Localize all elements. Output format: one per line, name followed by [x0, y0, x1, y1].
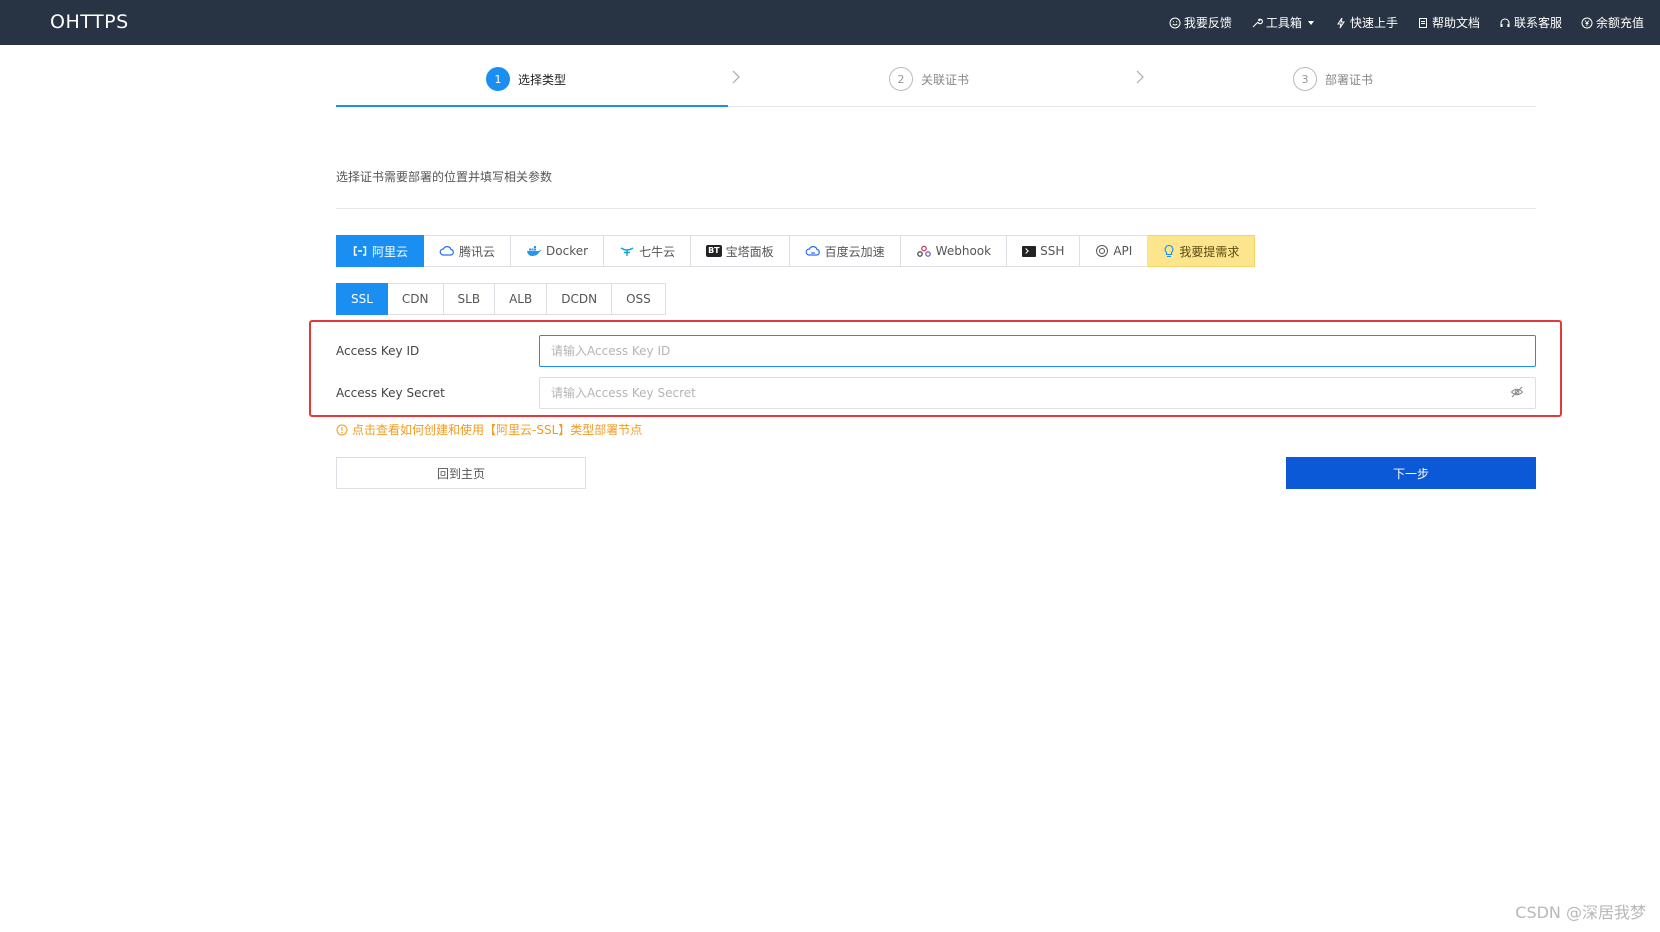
provider-tabs: 阿里云 腾讯云 Docker 七牛云 BT 宝塔面板 百度云加速 Webhook…: [336, 235, 1256, 267]
service-tabs: SSL CDN SLB ALB DCDN OSS: [336, 283, 666, 315]
webhook-icon: [916, 245, 931, 257]
tab-docker[interactable]: Docker: [511, 235, 605, 267]
help-link[interactable]: 点击查看如何创建和使用【阿里云-SSL】类型部署节点: [336, 421, 642, 438]
tab-cdn[interactable]: CDN: [387, 283, 444, 315]
tab-dcdn[interactable]: DCDN: [547, 283, 613, 315]
document-icon: [1418, 17, 1427, 28]
chevron-right-icon: [1136, 70, 1144, 84]
nav-feedback[interactable]: 我要反馈: [1169, 14, 1232, 31]
bt-panel-icon: BT: [706, 245, 722, 257]
wizard-steps: 1 选择类型 2 关联证书 3 部署证书: [336, 45, 1536, 107]
aliyun-icon: [353, 246, 367, 256]
step-link-cert: 2 关联证书: [889, 67, 969, 91]
access-key-id-label: Access Key ID: [336, 344, 420, 358]
caret-down-icon: [1307, 20, 1314, 25]
step-label: 部署证书: [1325, 72, 1374, 87]
tab-ssl[interactable]: SSL: [336, 283, 388, 315]
step-select-type: 1 选择类型: [486, 67, 566, 91]
nav-support[interactable]: 联系客服: [1499, 14, 1562, 31]
step-deploy-cert: 3 部署证书: [1293, 67, 1373, 91]
tencent-cloud-icon: [439, 246, 454, 256]
api-icon: [1096, 245, 1109, 257]
watermark: CSDN @深居我梦: [1515, 903, 1646, 922]
brand-logo[interactable]: OHTTPS: [50, 11, 129, 33]
nav-recharge[interactable]: 余额充值: [1581, 14, 1644, 31]
nav-quickstart[interactable]: 快速上手: [1335, 14, 1398, 31]
step-label: 选择类型: [518, 72, 567, 87]
active-step-indicator: [336, 105, 728, 107]
nav-toolbox[interactable]: 工具箱: [1251, 14, 1316, 31]
tab-api[interactable]: API: [1080, 235, 1149, 267]
lightbulb-icon: [1164, 244, 1174, 258]
tab-slb[interactable]: SLB: [443, 283, 496, 315]
qiniu-icon: [620, 247, 634, 256]
wrench-icon: [1252, 17, 1263, 27]
bolt-icon: [1337, 17, 1345, 28]
step-number: 3: [1293, 67, 1317, 91]
access-key-secret-input[interactable]: [539, 377, 1536, 409]
top-nav: 我要反馈 工具箱 快速上手 帮助文档 联系客服 余额充值: [1150, 0, 1644, 45]
tab-ssh[interactable]: SSH: [1007, 235, 1081, 267]
tab-aliyun[interactable]: 阿里云: [336, 235, 425, 267]
next-step-button[interactable]: 下一步: [1286, 457, 1536, 489]
access-key-id-input[interactable]: [539, 335, 1536, 367]
step-number: 1: [486, 67, 510, 91]
info-icon: [336, 424, 348, 435]
tab-qiniu[interactable]: 七牛云: [604, 235, 692, 267]
tab-bt-panel[interactable]: BT 宝塔面板: [691, 235, 790, 267]
baidu-cloud-icon: [805, 246, 820, 256]
page-description: 选择证书需要部署的位置并填写相关参数: [336, 170, 553, 184]
docker-icon: [527, 246, 542, 256]
tab-baidu-cloud[interactable]: 百度云加速: [789, 235, 901, 267]
tab-alb[interactable]: ALB: [495, 283, 548, 315]
divider: [336, 208, 1536, 209]
tab-oss[interactable]: OSS: [612, 283, 666, 315]
eye-off-icon[interactable]: [1510, 385, 1524, 399]
tab-webhook[interactable]: Webhook: [900, 235, 1008, 267]
top-navbar: OHTTPS 我要反馈 工具箱 快速上手 帮助文档 联系客服 余额充值: [0, 0, 1660, 45]
headset-icon: [1500, 18, 1510, 27]
tab-submit-request[interactable]: 我要提需求: [1148, 235, 1256, 267]
yen-icon: [1581, 17, 1593, 28]
step-label: 关联证书: [921, 72, 970, 87]
access-key-secret-label: Access Key Secret: [336, 386, 445, 400]
smile-icon: [1169, 17, 1181, 28]
nav-docs[interactable]: 帮助文档: [1417, 14, 1480, 31]
step-number: 2: [889, 67, 913, 91]
back-home-button[interactable]: 回到主页: [336, 457, 586, 489]
chevron-right-icon: [732, 70, 740, 84]
tab-tencent-cloud[interactable]: 腾讯云: [424, 235, 512, 267]
terminal-icon: [1022, 245, 1037, 257]
